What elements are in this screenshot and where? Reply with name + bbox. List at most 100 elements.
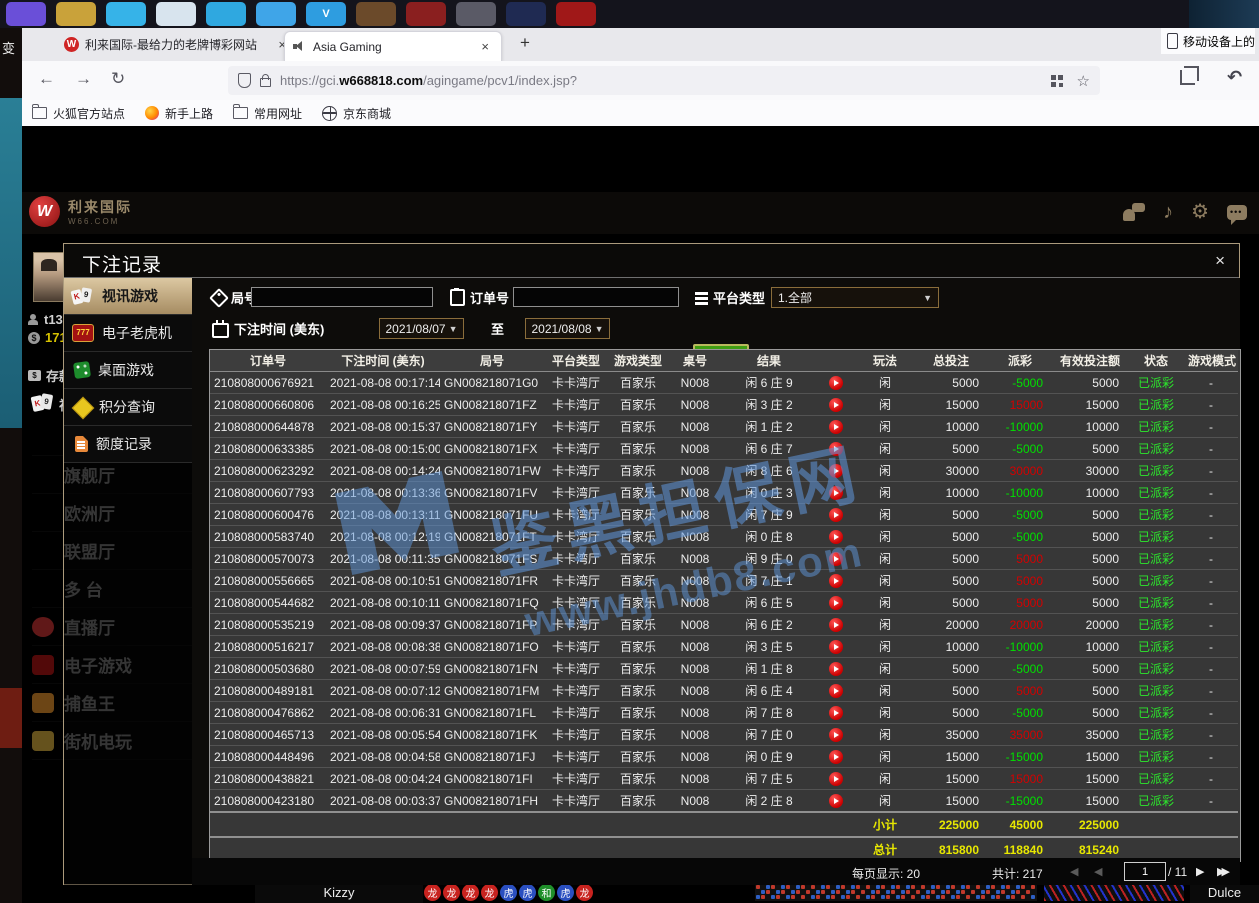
replay-button[interactable] xyxy=(816,768,856,790)
menu-item-额度记录[interactable]: 额度记录 xyxy=(64,426,192,463)
play-icon[interactable] xyxy=(829,376,843,390)
play-icon[interactable] xyxy=(829,684,843,698)
roadmap-dot xyxy=(916,885,920,889)
date-from-select[interactable]: 2021/08/07 ▼ xyxy=(379,318,464,339)
replay-button[interactable] xyxy=(816,680,856,702)
screenshot-icon[interactable] xyxy=(1180,70,1195,85)
play-icon[interactable] xyxy=(829,706,843,720)
replay-button[interactable] xyxy=(816,570,856,592)
bookmark-star-icon[interactable]: ☆ xyxy=(1077,72,1090,90)
sum-cell xyxy=(668,812,722,837)
replay-button[interactable] xyxy=(816,438,856,460)
replay-button[interactable] xyxy=(816,460,856,482)
bookmark-mobile[interactable]: 移动设备上的 xyxy=(1161,28,1255,54)
modal-close-icon[interactable]: × xyxy=(1215,251,1225,271)
replay-button[interactable] xyxy=(816,394,856,416)
forward-button[interactable]: → xyxy=(75,69,92,89)
replay-button[interactable] xyxy=(816,482,856,504)
user-avatar[interactable] xyxy=(33,252,66,302)
music-icon[interactable]: ♪ xyxy=(1163,201,1173,223)
app-icon-cat-app[interactable] xyxy=(106,2,146,26)
replay-button[interactable] xyxy=(816,790,856,813)
cell: GN008218071FL xyxy=(440,702,544,724)
replay-button[interactable] xyxy=(816,658,856,680)
play-icon[interactable] xyxy=(829,464,843,478)
replay-button[interactable] xyxy=(816,372,856,394)
next-page-button[interactable]: ▶ xyxy=(1196,865,1204,878)
replay-button[interactable] xyxy=(816,548,856,570)
tab-w66[interactable]: W 利来国际-最给力的老牌博彩网站 × xyxy=(58,28,296,61)
prev-page-button[interactable]: ◀ xyxy=(1094,865,1102,878)
tab-close-icon[interactable]: × xyxy=(477,39,493,54)
chat-bubble-icon[interactable] xyxy=(1227,205,1247,220)
app-icon-game-app-1[interactable] xyxy=(356,2,396,26)
app-icon-bag-app[interactable] xyxy=(256,2,296,26)
reload-button[interactable]: ↻ xyxy=(111,69,125,89)
app-icon-v-app[interactable]: V xyxy=(306,2,346,26)
gear-icon[interactable]: ⚙ xyxy=(1191,201,1209,223)
menu-item-电子老虎机[interactable]: 777电子老虎机 xyxy=(64,315,192,352)
bookmark-item[interactable]: 新手上路 xyxy=(145,105,213,122)
bookmark-item[interactable]: 京东商城 xyxy=(322,105,391,122)
lock-icon[interactable] xyxy=(260,78,271,87)
play-icon[interactable] xyxy=(829,794,843,808)
play-icon[interactable] xyxy=(829,530,843,544)
platform-select[interactable]: 1.全部 ▼ xyxy=(771,287,939,308)
app-icon-phone-app[interactable] xyxy=(156,2,196,26)
play-icon[interactable] xyxy=(829,574,843,588)
audio-speaker-icon[interactable] xyxy=(293,41,306,52)
replay-button[interactable] xyxy=(816,702,856,724)
play-icon[interactable] xyxy=(829,596,843,610)
new-tab-button[interactable]: + xyxy=(514,33,536,53)
date-to-select[interactable]: 2021/08/08 ▼ xyxy=(525,318,610,339)
play-icon[interactable] xyxy=(829,750,843,764)
play-icon[interactable] xyxy=(829,728,843,742)
address-bar[interactable]: https://gci.w668818.com/agingame/pcv1/in… xyxy=(228,66,1100,95)
bet-table: 订单号下注时间 (美东)局号平台类型游戏类型桌号结果玩法总投注派彩有效投注额状态… xyxy=(209,349,1241,862)
page-number-input[interactable] xyxy=(1124,862,1166,881)
replay-button[interactable] xyxy=(816,636,856,658)
back-button[interactable]: ← xyxy=(38,69,55,89)
app-icon-music-app[interactable] xyxy=(6,2,46,26)
app-icon-game-app-4[interactable] xyxy=(506,2,546,26)
cell: 5000 xyxy=(914,592,988,614)
bookmark-item[interactable]: 常用网址 xyxy=(233,105,302,122)
replay-button[interactable] xyxy=(816,746,856,768)
play-icon[interactable] xyxy=(829,552,843,566)
menu-item-视讯游戏[interactable]: K9视讯游戏 xyxy=(64,278,192,315)
order-input[interactable] xyxy=(513,287,679,307)
app-icon-game-app-5[interactable] xyxy=(556,2,596,26)
round-input[interactable] xyxy=(251,287,433,307)
play-icon[interactable] xyxy=(829,508,843,522)
qr-code-icon[interactable] xyxy=(1051,75,1063,87)
replay-button[interactable] xyxy=(816,416,856,438)
cell: 5000 xyxy=(914,372,988,394)
app-icon-whale-app[interactable] xyxy=(206,2,246,26)
app-icon-tower-game-app[interactable] xyxy=(56,2,96,26)
menu-item-积分查询[interactable]: 积分查询 xyxy=(64,389,192,426)
site-logo[interactable]: W 利来国际 W66.COM xyxy=(29,196,132,227)
replay-button[interactable] xyxy=(816,614,856,636)
bookmark-item[interactable]: 火狐官方站点 xyxy=(32,105,125,122)
customer-service-icon[interactable] xyxy=(1123,203,1145,221)
app-icon-game-app-2[interactable] xyxy=(406,2,446,26)
replay-button[interactable] xyxy=(816,504,856,526)
undo-icon[interactable]: ↶ xyxy=(1227,67,1242,88)
tab-asia-gaming[interactable]: Asia Gaming × xyxy=(284,31,502,61)
play-icon[interactable] xyxy=(829,772,843,786)
play-icon[interactable] xyxy=(829,486,843,500)
first-page-button[interactable]: ◀ xyxy=(1070,865,1078,878)
menu-item-桌面游戏[interactable]: 桌面游戏 xyxy=(64,352,192,389)
play-icon[interactable] xyxy=(829,640,843,654)
last-page-button[interactable]: ▶▶ xyxy=(1217,865,1226,878)
replay-button[interactable] xyxy=(816,724,856,746)
play-icon[interactable] xyxy=(829,618,843,632)
play-icon[interactable] xyxy=(829,662,843,676)
replay-button[interactable] xyxy=(816,526,856,548)
tracking-shield-icon[interactable] xyxy=(238,73,251,88)
app-icon-game-app-3[interactable] xyxy=(456,2,496,26)
replay-button[interactable] xyxy=(816,592,856,614)
play-icon[interactable] xyxy=(829,420,843,434)
play-icon[interactable] xyxy=(829,442,843,456)
play-icon[interactable] xyxy=(829,398,843,412)
